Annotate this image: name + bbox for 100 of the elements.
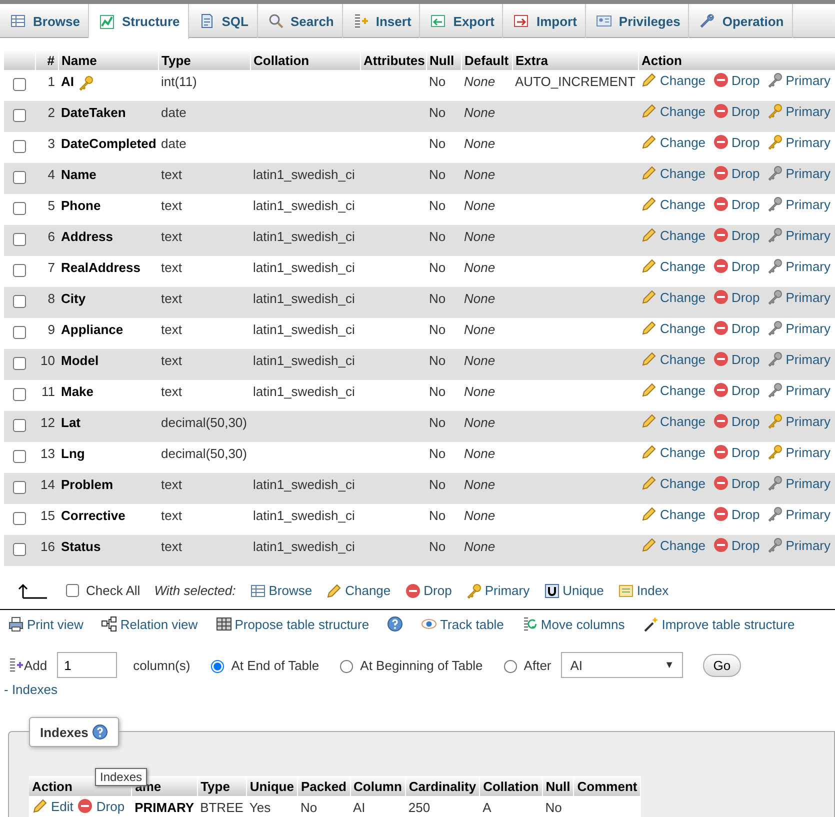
column-count-input[interactable]: 1 (57, 652, 118, 678)
primary-link[interactable]: Primary (766, 196, 831, 212)
bulk-action-link[interactable]: Drop (404, 582, 452, 598)
drop-link[interactable]: Drop (712, 258, 760, 274)
position-radio[interactable] (340, 660, 354, 673)
row-checkbox[interactable] (13, 450, 26, 463)
drop-link[interactable]: Drop (712, 351, 760, 367)
change-link[interactable]: Change (641, 289, 706, 305)
drop-link[interactable]: Drop (712, 320, 760, 336)
drop-link[interactable]: Drop (712, 134, 760, 150)
change-link[interactable]: Change (641, 320, 706, 336)
row-checkbox[interactable] (13, 78, 26, 91)
primary-link[interactable]: Primary (766, 320, 831, 336)
after-column-select[interactable]: AI ▼ (561, 652, 684, 678)
bulk-action-link[interactable]: Index (618, 582, 669, 598)
drop-link[interactable]: Drop (712, 196, 760, 212)
radio-label[interactable]: After (524, 658, 552, 672)
bulk-action-link[interactable]: Browse (250, 582, 312, 598)
row-checkbox[interactable] (13, 295, 26, 308)
primary-link[interactable]: Primary (766, 444, 831, 460)
primary-link[interactable]: Primary (766, 537, 831, 553)
toolbar-link[interactable]: Print view (8, 616, 84, 632)
drop-link[interactable]: Drop (712, 165, 760, 181)
drop-link[interactable]: Drop (712, 72, 760, 88)
row-checkbox[interactable] (13, 140, 26, 153)
primary-link[interactable]: Primary (766, 103, 831, 119)
tab[interactable]: Search (258, 4, 343, 38)
primary-link[interactable]: Primary (766, 72, 831, 88)
radio-label[interactable]: At End of Table (231, 658, 320, 672)
primary-link[interactable]: Primary (766, 227, 831, 243)
change-link[interactable]: Change (641, 351, 706, 367)
change-link[interactable]: Change (641, 134, 706, 150)
row-checkbox[interactable] (13, 171, 26, 184)
drop-link[interactable]: Drop (77, 798, 125, 814)
bulk-action-link[interactable]: Change (326, 582, 391, 598)
drop-link[interactable]: Drop (712, 103, 760, 119)
row-checkbox[interactable] (13, 419, 26, 432)
check-all-checkbox[interactable] (66, 584, 79, 597)
primary-link[interactable]: Primary (766, 258, 831, 274)
pencil-icon (641, 165, 657, 181)
change-link[interactable]: Change (641, 227, 706, 243)
indexes-toggle-link[interactable]: - Indexes (0, 682, 835, 697)
change-link[interactable]: Change (641, 506, 706, 522)
primary-link[interactable]: Primary (766, 134, 831, 150)
go-button[interactable]: Go (703, 654, 741, 676)
drop-link[interactable]: Drop (712, 475, 760, 491)
drop-link[interactable]: Drop (712, 444, 760, 460)
change-link[interactable]: Change (641, 196, 706, 212)
toolbar-link[interactable]: Improve table structure (642, 616, 795, 632)
primary-link[interactable]: Primary (766, 413, 831, 429)
toolbar-link[interactable]: Track table (421, 616, 504, 632)
drop-link[interactable]: Drop (712, 506, 760, 522)
row-checkbox[interactable] (13, 233, 26, 246)
radio-label[interactable]: At Beginning of Table (360, 658, 483, 672)
toolbar-link[interactable]: Propose table structure (216, 616, 370, 632)
primary-link[interactable]: Primary (766, 475, 831, 491)
edit-link[interactable]: Edit (32, 798, 74, 814)
drop-link[interactable]: Drop (712, 289, 760, 305)
tab[interactable]: Structure (88, 4, 189, 39)
tab[interactable]: Operation (689, 4, 793, 38)
position-radio[interactable] (504, 660, 517, 673)
primary-link[interactable]: Primary (766, 165, 831, 181)
tab[interactable]: Browse (0, 4, 89, 38)
change-link[interactable]: Change (641, 258, 706, 274)
row-checkbox[interactable] (13, 388, 26, 401)
drop-link[interactable]: Drop (712, 227, 760, 243)
change-link[interactable]: Change (641, 382, 706, 398)
change-link[interactable]: Change (641, 72, 706, 88)
tab[interactable]: Privileges (586, 4, 690, 38)
bulk-action-link[interactable]: Primary (466, 582, 530, 598)
tab[interactable]: SQL (188, 4, 258, 38)
primary-link[interactable]: Primary (766, 351, 831, 367)
change-link[interactable]: Change (641, 537, 706, 553)
row-checkbox[interactable] (13, 357, 26, 370)
drop-link[interactable]: Drop (712, 537, 760, 553)
row-checkbox[interactable] (13, 512, 26, 525)
position-radio[interactable] (211, 660, 224, 673)
bulk-action-link[interactable]: Unique (544, 582, 604, 598)
row-checkbox[interactable] (13, 109, 26, 122)
tab[interactable]: Insert (342, 4, 420, 38)
toolbar-link[interactable]: Move columns (522, 616, 625, 632)
row-checkbox[interactable] (13, 481, 26, 494)
row-checkbox[interactable] (13, 202, 26, 215)
tab[interactable]: Import (503, 4, 586, 38)
change-link[interactable]: Change (641, 165, 706, 181)
change-link[interactable]: Change (641, 103, 706, 119)
primary-link[interactable]: Primary (766, 506, 831, 522)
tab[interactable]: Export (420, 4, 504, 38)
row-checkbox[interactable] (13, 326, 26, 339)
change-link[interactable]: Change (641, 444, 706, 460)
toolbar-link[interactable]: Relation view (101, 616, 198, 632)
change-link[interactable]: Change (641, 475, 706, 491)
primary-link[interactable]: Primary (766, 289, 831, 305)
row-checkbox[interactable] (13, 264, 26, 277)
primary-link[interactable]: Primary (766, 382, 831, 398)
drop-link[interactable]: Drop (712, 413, 760, 429)
change-link[interactable]: Change (641, 413, 706, 429)
drop-link[interactable]: Drop (712, 382, 760, 398)
row-checkbox[interactable] (13, 543, 26, 556)
check-all-label[interactable]: Check All (86, 583, 140, 598)
